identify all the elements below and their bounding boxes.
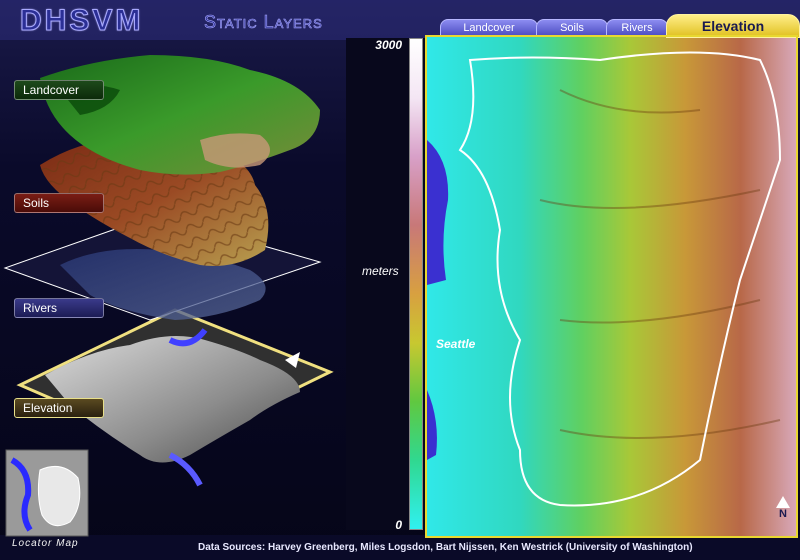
layer-button-elevation[interactable]: Elevation [14,398,104,418]
layer-button-rivers[interactable]: Rivers [14,298,104,318]
locator-map[interactable] [6,450,88,536]
map-north-arrow-icon: N [779,508,787,520]
city-label-seattle: Seattle [436,337,476,351]
layer-button-soils[interactable]: Soils [14,193,104,213]
scale-max-label: 3000 [375,38,402,52]
locator-map-label: Locator Map [12,538,79,549]
app-title: DHSVM [19,4,144,38]
elevation-color-scale [409,38,423,530]
layer-button-landcover[interactable]: Landcover [14,80,104,100]
scale-unit-label: meters [362,264,399,278]
elevation-map-view[interactable] [425,35,798,538]
scale-min-label: 0 [395,518,402,532]
data-sources-credits: Data Sources: Harvey Greenberg, Miles Lo… [198,542,693,553]
app-subtitle: Static Layers [204,12,323,33]
